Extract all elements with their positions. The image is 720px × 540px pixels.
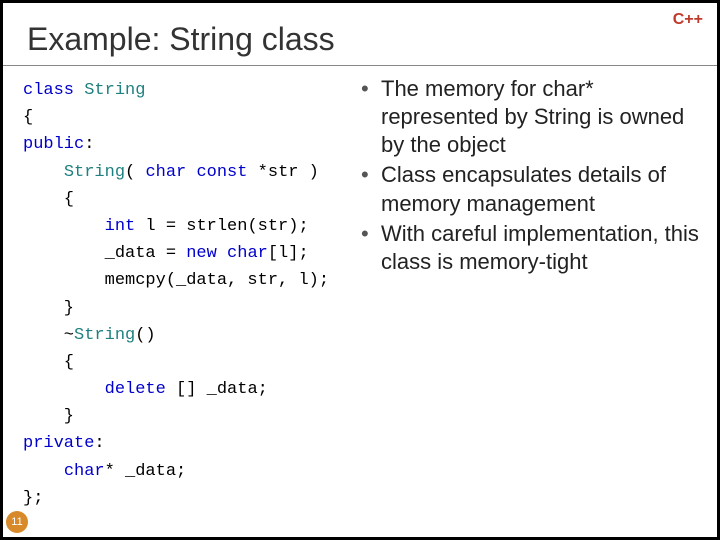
code-text: () — [135, 326, 155, 345]
code-text: l = strlen(str); — [135, 217, 308, 236]
code-text: *str ) — [247, 163, 318, 182]
code-line: { — [23, 190, 74, 209]
kw-new: new — [186, 244, 217, 263]
classname: String — [84, 81, 145, 100]
code-line: { — [23, 108, 33, 127]
code-text — [217, 244, 227, 263]
kw-char: char — [145, 163, 186, 182]
kw-class: class — [23, 81, 74, 100]
code-block: class String { public: String( char cons… — [23, 77, 363, 512]
code-text: ~ — [23, 326, 74, 345]
bullet-item: The memory for char* represented by Stri… — [361, 75, 711, 159]
bullet-item: With careful implementation, this class … — [361, 220, 711, 276]
code-text — [23, 462, 64, 481]
code-text: * _data; — [105, 462, 187, 481]
code-text: _data = — [23, 244, 186, 263]
code-text: [] _data; — [166, 380, 268, 399]
code-text — [23, 217, 105, 236]
code-text: [l]; — [268, 244, 309, 263]
ctor-name: String — [64, 163, 125, 182]
kw-delete: delete — [105, 380, 166, 399]
kw-private: private — [23, 434, 94, 453]
code-text — [186, 163, 196, 182]
code-text — [23, 380, 105, 399]
code-line: }; — [23, 489, 43, 508]
kw-public: public — [23, 135, 84, 154]
slide-number: 11 — [6, 511, 28, 533]
language-badge: C++ — [673, 11, 703, 29]
code-line: memcpy(_data, str, l); — [23, 271, 329, 290]
slide-title: Example: String class — [27, 21, 335, 58]
bullet-item: Class encapsulates details of memory man… — [361, 161, 711, 217]
code-text: ( — [125, 163, 145, 182]
kw-const: const — [196, 163, 247, 182]
code-line: { — [23, 353, 74, 372]
dtor-name: String — [74, 326, 135, 345]
slide: C++ Example: String class class String {… — [3, 3, 717, 537]
bullet-list: The memory for char* represented by Stri… — [361, 75, 711, 278]
kw-int: int — [105, 217, 136, 236]
code-line: } — [23, 407, 74, 426]
kw-char: char — [227, 244, 268, 263]
title-underline — [3, 65, 717, 66]
code-line: } — [23, 299, 74, 318]
kw-char: char — [64, 462, 105, 481]
